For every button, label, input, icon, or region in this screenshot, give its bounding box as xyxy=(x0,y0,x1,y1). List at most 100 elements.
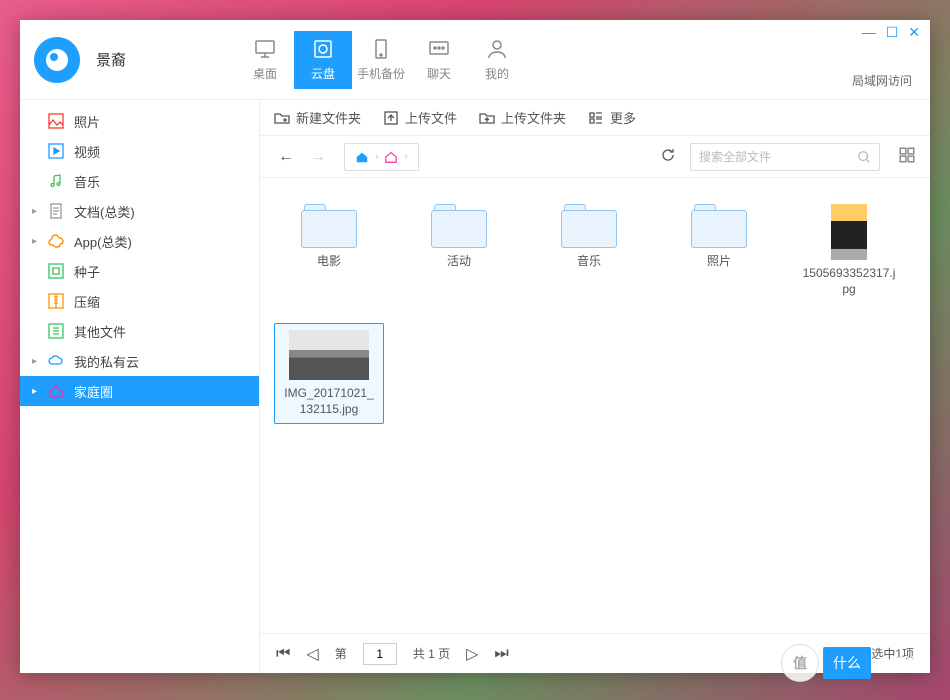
page-total: 共 1 页 xyxy=(413,645,450,662)
toolbar-label: 上传文件 xyxy=(405,108,457,127)
photo-icon xyxy=(48,113,64,129)
sidebar-item-torrent[interactable]: 种子 xyxy=(20,256,259,286)
first-page-button[interactable]: ⏮ xyxy=(276,645,290,663)
tab-cloud-disk[interactable]: 云盘 xyxy=(294,31,352,89)
search-input[interactable] xyxy=(699,150,857,164)
sidebar-item-other[interactable]: 其他文件 xyxy=(20,316,259,346)
watermark-text: 值得买 xyxy=(875,653,920,674)
document-icon xyxy=(48,203,64,219)
sidebar-item-video[interactable]: 视频 xyxy=(20,136,259,166)
search-icon xyxy=(857,150,871,164)
new-folder-icon xyxy=(274,110,290,126)
app-window: 景裔 桌面 云盘 手机备份 聊天 我的 xyxy=(20,20,930,673)
back-button[interactable]: ← xyxy=(274,148,298,166)
tab-desktop[interactable]: 桌面 xyxy=(236,31,294,89)
video-icon xyxy=(48,143,64,159)
search-box[interactable] xyxy=(690,143,880,171)
sidebar-item-apps[interactable]: App(总类) xyxy=(20,226,259,256)
titlebar: 景裔 桌面 云盘 手机备份 聊天 我的 xyxy=(20,20,930,100)
folder-icon xyxy=(561,204,617,248)
cloud-icon xyxy=(48,353,64,369)
sidebar-item-private-cloud[interactable]: 我的私有云 xyxy=(20,346,259,376)
breadcrumb-separator: › xyxy=(375,151,378,162)
folder-icon xyxy=(431,204,487,248)
body: 照片 视频 音乐 文档(总类) App(总类) 种子 xyxy=(20,100,930,673)
refresh-button[interactable] xyxy=(660,147,676,166)
maximize-button[interactable]: ☐ xyxy=(886,24,899,41)
tab-label: 云盘 xyxy=(311,65,335,82)
sidebar-label: 其他文件 xyxy=(74,322,126,341)
sidebar-label: 照片 xyxy=(74,112,100,131)
tab-mine[interactable]: 我的 xyxy=(468,31,526,89)
cloud-disk-icon xyxy=(311,37,335,61)
page-prefix: 第 xyxy=(335,645,347,662)
breadcrumb-separator: › xyxy=(404,151,407,162)
sidebar-item-docs[interactable]: 文档(总类) xyxy=(20,196,259,226)
sidebar-item-photos[interactable]: 照片 xyxy=(20,106,259,136)
upload-file-icon xyxy=(383,110,399,126)
toolbar-label: 新建文件夹 xyxy=(296,108,361,127)
person-icon xyxy=(485,37,509,61)
sidebar-label: 种子 xyxy=(74,262,100,281)
tab-chat[interactable]: 聊天 xyxy=(410,31,468,89)
tab-label: 桌面 xyxy=(253,65,277,82)
main-panel: 新建文件夹 上传文件 上传文件夹 更多 ← → xyxy=(260,100,930,673)
view-toggle-button[interactable] xyxy=(898,146,916,167)
sidebar-label: 家庭圈 xyxy=(74,382,113,401)
app-name: 景裔 xyxy=(96,49,126,70)
minimize-button[interactable]: — xyxy=(862,24,876,41)
folder-icon xyxy=(301,204,357,248)
folder-item[interactable]: 音乐 xyxy=(534,198,644,303)
image-thumbnail xyxy=(831,204,867,260)
desktop-icon xyxy=(253,37,277,61)
navbar: ← → › › xyxy=(260,136,930,178)
forward-button[interactable]: → xyxy=(306,148,330,166)
chat-icon xyxy=(427,37,451,61)
last-page-button[interactable]: ⏭ xyxy=(494,645,508,663)
sidebar-label: 我的私有云 xyxy=(74,352,139,371)
grid-view-icon xyxy=(898,146,916,164)
prev-page-button[interactable]: ◁ xyxy=(306,644,318,664)
sidebar-item-family[interactable]: 家庭圈 xyxy=(20,376,259,406)
sidebar-item-music[interactable]: 音乐 xyxy=(20,166,259,196)
file-label: 电影 xyxy=(317,254,341,270)
breadcrumb[interactable]: › › xyxy=(344,143,419,171)
file-label: IMG_20171021_132115.jpg xyxy=(281,386,377,417)
next-page-button[interactable]: ▷ xyxy=(466,644,478,664)
sidebar-label: 视频 xyxy=(74,142,100,161)
music-icon xyxy=(48,173,64,189)
tab-label: 聊天 xyxy=(427,65,451,82)
home-family-icon xyxy=(384,150,398,164)
more-button[interactable]: 更多 xyxy=(588,108,636,127)
page-input[interactable] xyxy=(363,643,397,665)
file-label: 音乐 xyxy=(577,254,601,270)
watermark: 值 什么 值得买 xyxy=(781,644,920,682)
upload-folder-icon xyxy=(479,110,495,126)
folder-item[interactable]: 活动 xyxy=(404,198,514,303)
image-item[interactable]: IMG_20171021_132115.jpg xyxy=(274,323,384,424)
image-item[interactable]: 1505693352317.jpg xyxy=(794,198,904,303)
toolbar-label: 更多 xyxy=(610,108,636,127)
window-controls: — ☐ ✕ xyxy=(862,24,920,41)
refresh-icon xyxy=(660,147,676,163)
close-button[interactable]: ✕ xyxy=(908,24,920,41)
tab-label: 手机备份 xyxy=(357,65,405,82)
file-label: 活动 xyxy=(447,254,471,270)
tab-label: 我的 xyxy=(485,65,509,82)
upload-folder-button[interactable]: 上传文件夹 xyxy=(479,108,566,127)
sidebar: 照片 视频 音乐 文档(总类) App(总类) 种子 xyxy=(20,100,260,673)
folder-item[interactable]: 照片 xyxy=(664,198,774,303)
watermark-badge: 值 xyxy=(781,644,819,682)
more-icon xyxy=(588,110,604,126)
file-label: 照片 xyxy=(707,254,731,270)
app-icon xyxy=(48,233,64,249)
folder-item[interactable]: 电影 xyxy=(274,198,384,303)
tab-phone-backup[interactable]: 手机备份 xyxy=(352,31,410,89)
sidebar-item-archive[interactable]: 压缩 xyxy=(20,286,259,316)
sidebar-label: 文档(总类) xyxy=(74,202,135,221)
lan-access-link[interactable]: 局域网访问 xyxy=(852,72,912,89)
new-folder-button[interactable]: 新建文件夹 xyxy=(274,108,361,127)
upload-file-button[interactable]: 上传文件 xyxy=(383,108,457,127)
other-files-icon xyxy=(48,323,64,339)
image-thumbnail xyxy=(289,330,369,380)
